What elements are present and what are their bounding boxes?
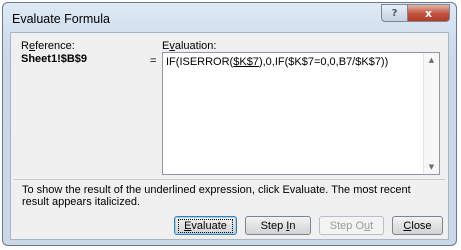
step-out-button-label: Step Out [329, 219, 374, 232]
help-button[interactable]: ? [381, 4, 408, 22]
dialog-content: Reference: Evaluation: Sheet1!$B$9 = IF(… [10, 32, 449, 240]
equals-sign: = [150, 55, 157, 67]
reference-label: Reference: [21, 40, 75, 52]
title-bar-buttons: ? x [381, 4, 450, 22]
vertical-scrollbar[interactable]: ▲ ▼ [423, 53, 439, 174]
help-icon: ? [391, 7, 398, 19]
window-close-button[interactable]: x [408, 4, 450, 22]
close-button[interactable]: Close [392, 216, 443, 235]
evaluate-button[interactable]: Evaluate [174, 216, 237, 235]
divider [14, 179, 445, 180]
underlined-expression: $K$7 [233, 56, 259, 68]
title-bar[interactable]: Evaluate Formula ? x [3, 3, 456, 33]
info-text: To show the result of the underlined exp… [22, 184, 411, 208]
formula-text: IF(ISERROR($K$7),0,IF($K$7=0,0,B7/$K$7)) [166, 56, 389, 68]
evaluation-box[interactable]: IF(ISERROR($K$7),0,IF($K$7=0,0,B7/$K$7))… [162, 52, 440, 175]
close-icon: x [424, 6, 433, 20]
dialog-title: Evaluate Formula [12, 12, 110, 26]
evaluate-button-label: Evaluate [178, 218, 233, 233]
evaluate-formula-dialog: Evaluate Formula ? x Reference: Evaluati… [2, 2, 457, 246]
step-in-button[interactable]: Step In [245, 216, 311, 235]
step-in-button-label: Step In [260, 219, 296, 232]
close-button-label: Close [403, 219, 432, 232]
evaluation-label: Evaluation: [162, 40, 217, 52]
reference-value: Sheet1!$B$9 [21, 53, 88, 65]
step-out-button[interactable]: Step Out [319, 216, 384, 235]
scroll-up-icon[interactable]: ▲ [424, 56, 439, 64]
scroll-down-icon[interactable]: ▼ [424, 163, 439, 171]
